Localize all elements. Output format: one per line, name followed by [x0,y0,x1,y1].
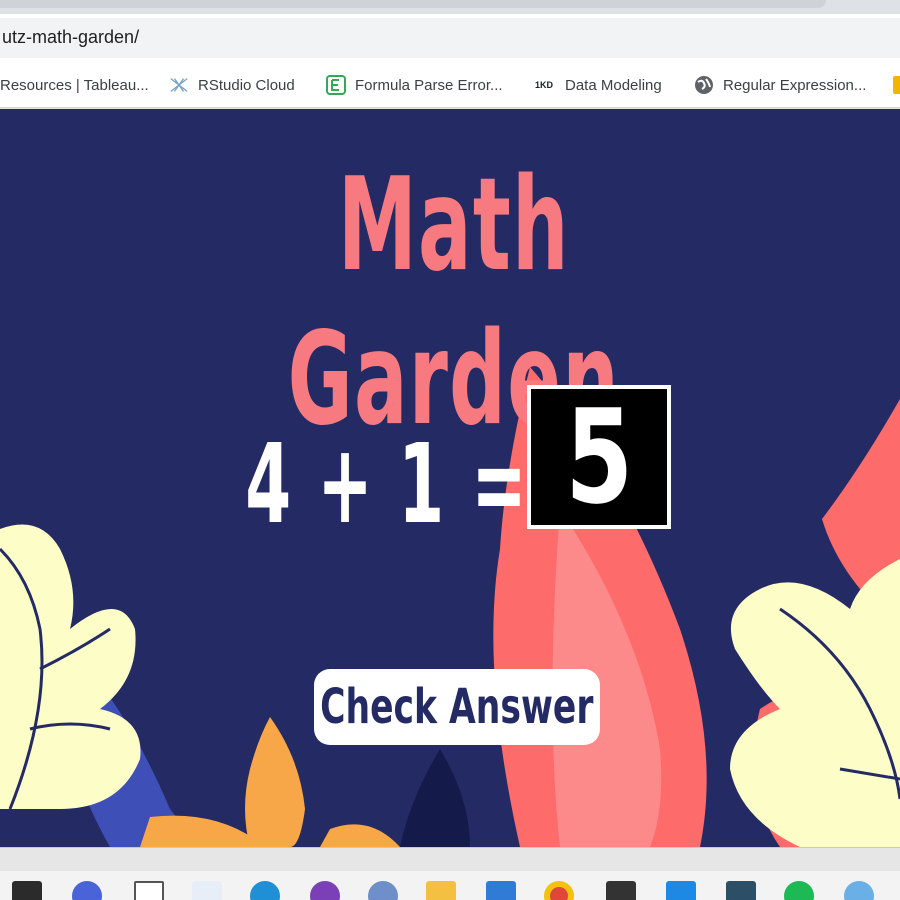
bookmark-data-modeling[interactable]: 1KD Data Modeling [532,74,662,96]
rstudio-icon [169,75,189,95]
tab-strip [0,0,900,14]
folder-icon[interactable] [426,881,456,900]
formula-icon [326,75,346,95]
bookmark-rstudio-cloud[interactable]: RStudio Cloud [169,74,295,96]
math-garden-page: Math Garden 4 + 1 = 5 Check Answer [0,109,900,847]
equation-left-operand: 4 [245,420,292,548]
task-view-icon[interactable] [12,881,42,900]
zoom-icon[interactable] [72,881,102,900]
r-icon[interactable] [368,881,398,900]
bookmark-folder-icon[interactable] [893,74,900,96]
check-answer-button[interactable]: Check Answer [314,669,600,745]
bookmark-label: Data Modeling [565,76,662,94]
active-tab[interactable] [0,0,826,8]
drawing-canvas[interactable]: 5 [527,385,671,529]
globe-icon [694,75,714,95]
drawn-answer: 5 [565,381,633,533]
bookmark-label: Regular Expression... [723,76,867,94]
taskbar [0,871,900,900]
equation-right-operand: 1 [398,420,444,548]
chrome-icon[interactable] [544,881,574,900]
edge-icon[interactable] [250,881,280,900]
bookmarks-bar: Resources | Tableau... RStudio Cloud For… [0,62,900,108]
check-answer-label: Check Answer [320,679,594,735]
tableau-icon[interactable] [192,881,222,900]
file-icon[interactable] [134,881,164,900]
bookmark-label: Resources | Tableau... [0,76,149,94]
equation-operator: + [316,420,373,548]
bookmark-label: Formula Parse Error... [355,76,503,94]
terminal-icon[interactable] [606,881,636,900]
1kd-icon: 1KD [534,80,553,90]
address-bar-url[interactable]: utz-math-garden/ [2,27,139,48]
math-equation: 4 + 1 = [230,409,545,559]
bookmark-tableau-resources[interactable]: Resources | Tableau... [0,74,149,96]
vscode-icon[interactable] [666,881,696,900]
weather-icon[interactable] [844,881,874,900]
store-icon[interactable] [486,881,516,900]
monitor-icon[interactable] [726,881,756,900]
bookmark-regular-expression[interactable]: Regular Expression... [694,74,866,96]
podcast-icon[interactable] [310,881,340,900]
equation-equals: = [471,420,528,548]
spotify-icon[interactable] [784,881,814,900]
bookmark-formula-parse-error[interactable]: Formula Parse Error... [326,74,503,96]
browser-scrollbar-area [0,847,900,871]
bookmark-label: RStudio Cloud [198,76,295,94]
